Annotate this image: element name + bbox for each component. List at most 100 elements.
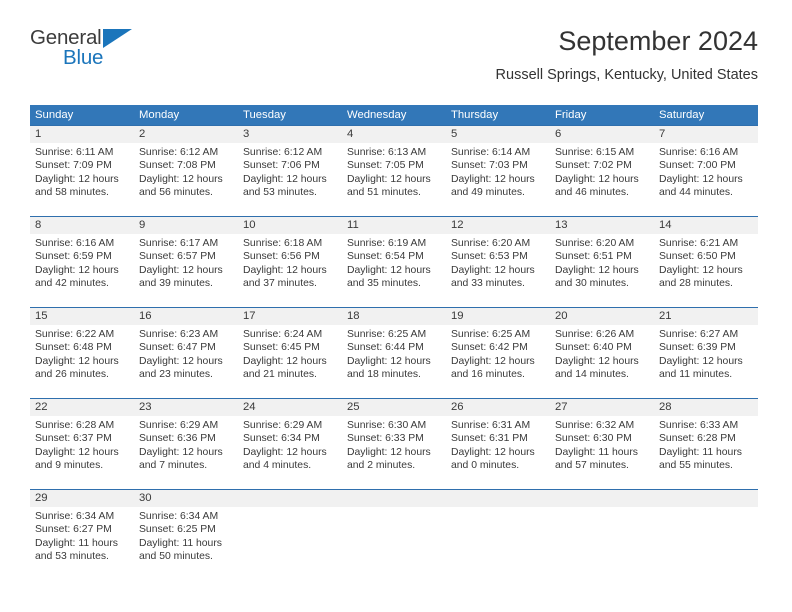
day-cell[interactable]: Sunrise: 6:13 AM Sunset: 7:05 PM Dayligh… bbox=[342, 143, 446, 216]
day-cell[interactable]: Sunrise: 6:21 AM Sunset: 6:50 PM Dayligh… bbox=[654, 234, 758, 307]
day-number[interactable]: 1 bbox=[30, 126, 134, 143]
daylight-text: Daylight: 12 hours bbox=[555, 264, 639, 276]
day-number[interactable]: 30 bbox=[134, 490, 238, 507]
weekday-header-sunday: Sunday bbox=[35, 109, 74, 121]
day-cell[interactable]: Sunrise: 6:32 AM Sunset: 6:30 PM Dayligh… bbox=[550, 416, 654, 489]
day-number[interactable]: 6 bbox=[550, 126, 654, 143]
day-cell[interactable]: Sunrise: 6:22 AM Sunset: 6:48 PM Dayligh… bbox=[30, 325, 134, 398]
sunset-text: Sunset: 6:42 PM bbox=[451, 342, 528, 354]
day-number[interactable]: 26 bbox=[446, 399, 550, 416]
day-cell[interactable]: Sunrise: 6:17 AM Sunset: 6:57 PM Dayligh… bbox=[134, 234, 238, 307]
sunset-text: Sunset: 6:36 PM bbox=[139, 433, 216, 445]
day-number-empty bbox=[550, 490, 654, 507]
daylight-text-cont: and 23 minutes. bbox=[139, 368, 213, 380]
sunrise-text: Sunrise: 6:22 AM bbox=[35, 329, 115, 340]
day-number[interactable]: 8 bbox=[30, 217, 134, 234]
day-cell[interactable]: Sunrise: 6:31 AM Sunset: 6:31 PM Dayligh… bbox=[446, 416, 550, 489]
daylight-text-cont: and 9 minutes. bbox=[35, 459, 104, 471]
day-cell[interactable]: Sunrise: 6:16 AM Sunset: 6:59 PM Dayligh… bbox=[30, 234, 134, 307]
weekday-header-wednesday: Wednesday bbox=[347, 109, 407, 121]
day-number[interactable]: 7 bbox=[654, 126, 758, 143]
day-cell[interactable]: Sunrise: 6:25 AM Sunset: 6:44 PM Dayligh… bbox=[342, 325, 446, 398]
week-row: 8 9 10 11 12 13 14 Sunrise: 6:16 AM Suns… bbox=[30, 216, 758, 307]
day-cell[interactable]: Sunrise: 6:23 AM Sunset: 6:47 PM Dayligh… bbox=[134, 325, 238, 398]
day-number[interactable]: 23 bbox=[134, 399, 238, 416]
sunset-text: Sunset: 6:34 PM bbox=[243, 433, 320, 445]
daylight-text-cont: and 33 minutes. bbox=[451, 277, 525, 289]
day-number[interactable]: 24 bbox=[238, 399, 342, 416]
sunrise-text: Sunrise: 6:20 AM bbox=[555, 238, 635, 249]
day-number[interactable]: 27 bbox=[550, 399, 654, 416]
daylight-text: Daylight: 12 hours bbox=[555, 355, 639, 367]
day-cell[interactable]: Sunrise: 6:14 AM Sunset: 7:03 PM Dayligh… bbox=[446, 143, 550, 216]
sunrise-text: Sunrise: 6:34 AM bbox=[35, 511, 115, 522]
day-cell[interactable]: Sunrise: 6:15 AM Sunset: 7:02 PM Dayligh… bbox=[550, 143, 654, 216]
blue-triangle-icon bbox=[103, 29, 132, 48]
day-cell[interactable]: Sunrise: 6:20 AM Sunset: 6:53 PM Dayligh… bbox=[446, 234, 550, 307]
day-cell[interactable]: Sunrise: 6:28 AM Sunset: 6:37 PM Dayligh… bbox=[30, 416, 134, 489]
week-daynumber-row: 1 2 3 4 5 6 7 bbox=[30, 126, 758, 143]
day-cell[interactable]: Sunrise: 6:24 AM Sunset: 6:45 PM Dayligh… bbox=[238, 325, 342, 398]
daylight-text: Daylight: 11 hours bbox=[139, 537, 222, 549]
day-number[interactable]: 19 bbox=[446, 308, 550, 325]
daylight-text-cont: and 44 minutes. bbox=[659, 186, 733, 198]
week-row: 22 23 24 25 26 27 28 Sunrise: 6:28 AM Su… bbox=[30, 398, 758, 489]
daylight-text-cont: and 46 minutes. bbox=[555, 186, 629, 198]
day-cell[interactable]: Sunrise: 6:11 AM Sunset: 7:09 PM Dayligh… bbox=[30, 143, 134, 216]
sunrise-text: Sunrise: 6:14 AM bbox=[451, 147, 531, 158]
day-cell[interactable]: Sunrise: 6:30 AM Sunset: 6:33 PM Dayligh… bbox=[342, 416, 446, 489]
sunset-text: Sunset: 6:48 PM bbox=[35, 342, 112, 354]
day-cell[interactable]: Sunrise: 6:29 AM Sunset: 6:34 PM Dayligh… bbox=[238, 416, 342, 489]
day-number[interactable]: 11 bbox=[342, 217, 446, 234]
day-cell[interactable]: Sunrise: 6:18 AM Sunset: 6:56 PM Dayligh… bbox=[238, 234, 342, 307]
day-number[interactable]: 28 bbox=[654, 399, 758, 416]
day-number[interactable]: 16 bbox=[134, 308, 238, 325]
day-number[interactable]: 15 bbox=[30, 308, 134, 325]
day-cell[interactable]: Sunrise: 6:20 AM Sunset: 6:51 PM Dayligh… bbox=[550, 234, 654, 307]
sunset-text: Sunset: 6:54 PM bbox=[347, 251, 424, 263]
sunrise-text: Sunrise: 6:23 AM bbox=[139, 329, 219, 340]
sunset-text: Sunset: 6:33 PM bbox=[347, 433, 424, 445]
sunset-text: Sunset: 6:30 PM bbox=[555, 433, 632, 445]
day-cell[interactable]: Sunrise: 6:19 AM Sunset: 6:54 PM Dayligh… bbox=[342, 234, 446, 307]
day-number[interactable]: 9 bbox=[134, 217, 238, 234]
sunset-text: Sunset: 6:59 PM bbox=[35, 251, 112, 263]
day-number[interactable]: 10 bbox=[238, 217, 342, 234]
day-cell[interactable]: Sunrise: 6:12 AM Sunset: 7:08 PM Dayligh… bbox=[134, 143, 238, 216]
day-number[interactable]: 5 bbox=[446, 126, 550, 143]
day-number[interactable]: 25 bbox=[342, 399, 446, 416]
daylight-text: Daylight: 12 hours bbox=[659, 173, 743, 185]
day-number[interactable]: 2 bbox=[134, 126, 238, 143]
day-number[interactable]: 18 bbox=[342, 308, 446, 325]
day-cell[interactable]: Sunrise: 6:34 AM Sunset: 6:27 PM Dayligh… bbox=[30, 507, 134, 580]
day-cell[interactable]: Sunrise: 6:16 AM Sunset: 7:00 PM Dayligh… bbox=[654, 143, 758, 216]
day-number[interactable]: 20 bbox=[550, 308, 654, 325]
day-number[interactable]: 14 bbox=[654, 217, 758, 234]
day-cell[interactable]: Sunrise: 6:25 AM Sunset: 6:42 PM Dayligh… bbox=[446, 325, 550, 398]
day-number-empty bbox=[238, 490, 342, 507]
day-number[interactable]: 12 bbox=[446, 217, 550, 234]
day-cell[interactable]: Sunrise: 6:27 AM Sunset: 6:39 PM Dayligh… bbox=[654, 325, 758, 398]
brand-logo[interactable]: General Blue bbox=[30, 26, 140, 72]
day-number[interactable]: 29 bbox=[30, 490, 134, 507]
daylight-text-cont: and 35 minutes. bbox=[347, 277, 421, 289]
daylight-text: Daylight: 12 hours bbox=[347, 355, 431, 367]
week-detail-row: Sunrise: 6:34 AM Sunset: 6:27 PM Dayligh… bbox=[30, 507, 758, 580]
day-number[interactable]: 21 bbox=[654, 308, 758, 325]
day-cell[interactable]: Sunrise: 6:34 AM Sunset: 6:25 PM Dayligh… bbox=[134, 507, 238, 580]
day-cell[interactable]: Sunrise: 6:29 AM Sunset: 6:36 PM Dayligh… bbox=[134, 416, 238, 489]
weekday-header-friday: Friday bbox=[555, 109, 587, 121]
day-number[interactable]: 3 bbox=[238, 126, 342, 143]
day-number[interactable]: 22 bbox=[30, 399, 134, 416]
day-number[interactable]: 13 bbox=[550, 217, 654, 234]
day-cell[interactable]: Sunrise: 6:12 AM Sunset: 7:06 PM Dayligh… bbox=[238, 143, 342, 216]
daylight-text: Daylight: 12 hours bbox=[35, 173, 119, 185]
day-number[interactable]: 4 bbox=[342, 126, 446, 143]
day-cell[interactable]: Sunrise: 6:26 AM Sunset: 6:40 PM Dayligh… bbox=[550, 325, 654, 398]
sunset-text: Sunset: 6:51 PM bbox=[555, 251, 632, 263]
day-number[interactable]: 17 bbox=[238, 308, 342, 325]
day-cell[interactable]: Sunrise: 6:33 AM Sunset: 6:28 PM Dayligh… bbox=[654, 416, 758, 489]
sunrise-text: Sunrise: 6:34 AM bbox=[139, 511, 219, 522]
sunset-text: Sunset: 6:56 PM bbox=[243, 251, 320, 263]
daylight-text: Daylight: 12 hours bbox=[243, 446, 327, 458]
